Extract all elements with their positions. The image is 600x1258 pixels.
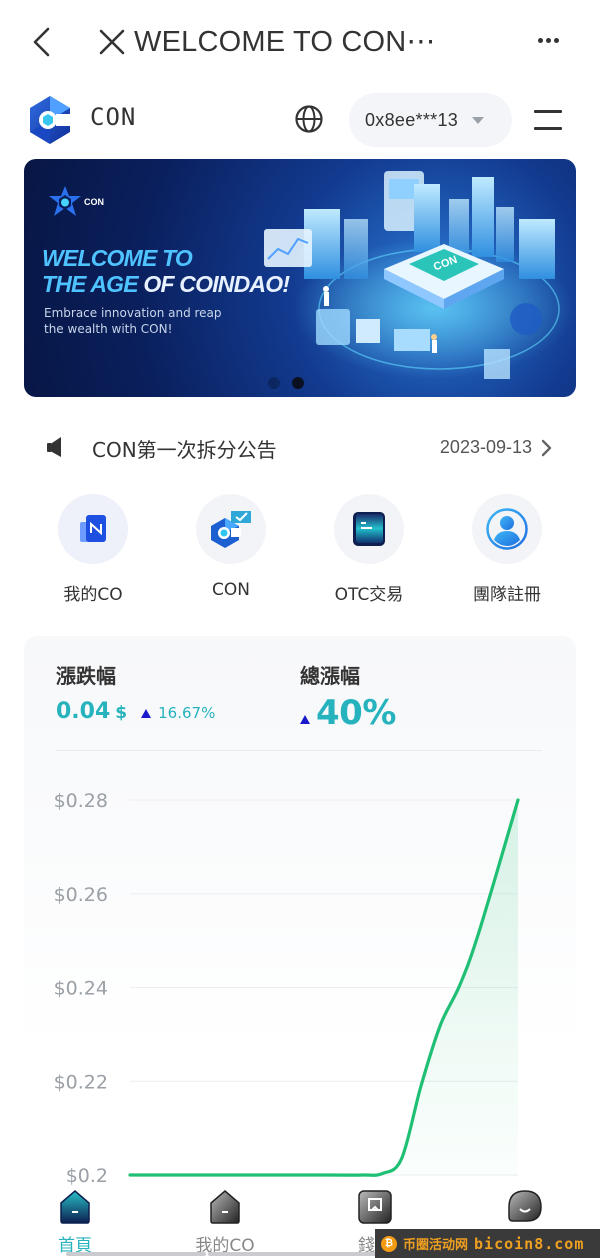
quick-action-label: 團隊註冊	[473, 585, 541, 605]
price-change-title: 漲跌幅	[56, 664, 116, 688]
banner-subtitle-line1: Embrace innovation and reap	[44, 306, 222, 320]
price-change-value: 0.04	[56, 699, 111, 724]
wallet-address: 0x8ee***13	[365, 109, 459, 130]
close-icon[interactable]	[98, 28, 126, 56]
wallet-card-icon	[80, 515, 106, 542]
banner-subtitle: Embrace innovation and reap the wealth w…	[44, 305, 222, 337]
price-change-currency: $	[115, 703, 128, 723]
more-horizontal-icon[interactable]	[538, 30, 564, 50]
quick-action-otc[interactable]: OTC交易	[300, 494, 438, 614]
banner-headline: WELCOME TO THE AGE OF COINDAO!	[42, 245, 290, 297]
watermark-url: bicoin8.com	[474, 1234, 585, 1253]
quick-action-icon-bg	[472, 494, 542, 564]
home-icon	[60, 1190, 90, 1224]
caret-down-icon	[472, 116, 485, 124]
price-stats-card: 漲跌幅 0.04 $ 16.67% 總漲幅 40%	[24, 636, 576, 1196]
watermark-text: 币圈活动网	[403, 1238, 469, 1253]
speaker-icon	[47, 437, 61, 457]
otc-book-icon	[353, 512, 385, 546]
banner-headline-line2a: THE AGE	[42, 271, 144, 297]
nav-scroll-indicator	[208, 1252, 378, 1256]
nav-scroll-indicator	[66, 1252, 206, 1256]
quick-action-icon-bg	[196, 494, 266, 564]
up-triangle-icon	[300, 715, 310, 724]
banner-logo: CON	[48, 185, 104, 219]
quick-action-label: 我的CO	[63, 585, 123, 605]
watermark-overlay: ₿ 币圈活动网 bicoin8.com	[375, 1229, 600, 1258]
price-change-stat: 漲跌幅 0.04 $ 16.67%	[56, 660, 215, 724]
total-change-percent: 40%	[316, 693, 396, 733]
total-change-stat: 總漲幅 40%	[300, 660, 396, 733]
nav-my-co[interactable]: 我的CO	[150, 1185, 300, 1258]
con-logo-icon[interactable]	[26, 94, 74, 146]
star-logo-icon	[49, 186, 81, 216]
hamburger-menu-icon[interactable]	[534, 108, 562, 132]
user-profile-icon	[486, 508, 528, 550]
banner-logo-text: CON	[84, 197, 104, 207]
carousel-indicators	[268, 377, 304, 389]
card-divider	[56, 750, 542, 751]
quick-action-label: OTC交易	[334, 585, 404, 605]
profile-chat-icon	[508, 1190, 542, 1222]
banner-headline-line1: WELCOME TO	[42, 245, 193, 271]
quick-action-my-co[interactable]: 我的CO	[24, 494, 162, 614]
globe-icon[interactable]	[294, 104, 324, 134]
promo-banner[interactable]: CON WELCOME TO THE AGE OF COINDAO! Embra…	[24, 159, 576, 397]
quick-action-icon-bg	[334, 494, 404, 564]
up-triangle-icon	[141, 709, 152, 718]
announcement-date: 2023-09-13	[439, 437, 532, 457]
isometric-city-illustration: CON	[264, 171, 574, 379]
con-logo-icon	[211, 511, 251, 548]
quick-action-team-register[interactable]: 團隊註冊	[438, 494, 576, 614]
quick-action-icon-bg	[58, 494, 128, 564]
page-title: WELCOME TO CON⋯	[134, 26, 436, 58]
bitcoin-icon: ₿	[381, 1235, 397, 1252]
quick-actions: 我的CO CON OTC交易 團隊註冊	[24, 494, 576, 614]
announcement-bar[interactable]: CON第一次拆分公告 2023-09-13	[24, 425, 576, 469]
wallet-address-dropdown[interactable]: 0x8ee***13	[349, 93, 512, 147]
quick-action-label: CON	[212, 580, 250, 600]
app-name: CON	[90, 103, 137, 131]
carousel-dot-active[interactable]	[292, 377, 304, 389]
app-header: CON 0x8ee***13	[0, 88, 600, 152]
wallet-icon	[358, 1190, 392, 1224]
quick-action-con[interactable]: CON	[162, 494, 300, 614]
banner-subtitle-line2: the wealth with CON!	[44, 322, 173, 336]
my-co-icon	[210, 1190, 240, 1224]
announcement-text: CON第一次拆分公告	[92, 438, 277, 462]
price-change-percent: 16.67%	[158, 704, 216, 722]
total-change-title: 總漲幅	[300, 664, 360, 688]
carousel-dot[interactable]	[268, 377, 280, 389]
chevron-right-icon	[541, 439, 552, 457]
chevron-left-icon[interactable]	[28, 24, 56, 60]
browser-top-bar: WELCOME TO CON⋯	[0, 0, 600, 85]
nav-home[interactable]: 首頁	[0, 1185, 150, 1258]
